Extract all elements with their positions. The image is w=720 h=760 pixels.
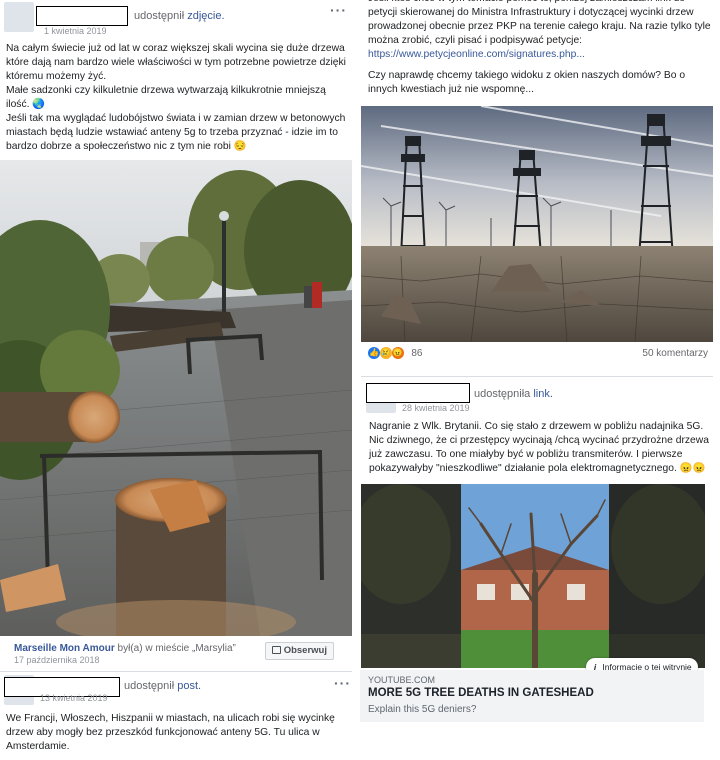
post-photo-5g-towers[interactable] — [361, 106, 713, 342]
link-source: YOUTUBE.COM — [368, 675, 436, 685]
bare-tree-image — [361, 484, 705, 668]
link-preview-card[interactable]: YOUTUBE.COM MORE 5G TREE DEATHS IN GATES… — [360, 670, 704, 722]
post-header: udostępniła link. 28 kwietnia 2019 — [366, 383, 714, 413]
link-description: Explain this 5G deniers? — [368, 704, 477, 715]
post-paragraph: We Francji, Włoszech, Hiszpanii w miasta… — [6, 713, 335, 752]
action-text: udostępnił — [124, 680, 175, 692]
post-paragraph: Małe sadzonki czy kilkuletnie drzewa wyt… — [6, 85, 326, 110]
comments-count[interactable]: 50 komentarzy — [642, 348, 708, 359]
sad-reaction-icon[interactable]: 😢 — [379, 347, 392, 359]
post-header: udostępnił zdjęcie. 1 kwietnia 2019 — [4, 2, 352, 36]
action-text: udostępniła — [474, 388, 531, 400]
post-link[interactable]: link. — [533, 388, 553, 400]
action-text: udostępnił — [134, 10, 185, 22]
post-header: udostępnił post. 13 kwietnia 2019 ··· — [4, 675, 352, 705]
post-date[interactable]: 28 kwietnia 2019 — [402, 403, 470, 413]
angry-reaction-icon[interactable]: 😠 — [391, 347, 404, 359]
location-page-link[interactable]: Marseille Mon Amour — [14, 643, 115, 654]
like-reaction-icon[interactable]: 👍 — [368, 347, 380, 359]
felled-trees-image — [0, 160, 352, 636]
redacted-name — [366, 383, 470, 403]
video-thumbnail-tree[interactable] — [361, 484, 705, 668]
post-paragraph: Nagranie z Wlk. Brytanii. Co się stało z… — [369, 421, 709, 474]
post-body: Nagranie z Wlk. Brytanii. Co się stało z… — [369, 420, 711, 476]
link-title[interactable]: MORE 5G TREE DEATHS IN GATESHEAD — [368, 687, 594, 699]
post-body: Jeśli ktoś chce w tym temacie pomóc to, … — [368, 0, 712, 97]
post-link[interactable]: post. — [177, 680, 201, 692]
location-date[interactable]: 17 października 2018 — [14, 655, 100, 665]
post-action: udostępnił zdjęcie. — [134, 10, 225, 22]
post-paragraph: Na całym świecie już od lat w coraz więk… — [6, 43, 346, 82]
reactions-row: 👍 😢 😠 86 50 komentarzy — [368, 347, 712, 363]
5g-towers-image — [361, 106, 713, 342]
more-dots-icon[interactable]: ··· — [330, 2, 347, 18]
petition-link[interactable]: https://www.petycjeonline.com/signatures… — [368, 48, 712, 62]
follow-button[interactable]: Obserwuj — [264, 642, 334, 660]
post-divider — [361, 376, 713, 377]
location-text: był(a) w mieście „Marsylia” — [114, 643, 236, 654]
avatar[interactable] — [4, 2, 34, 32]
left-column: udostępnił zdjęcie. 1 kwietnia 2019 Na c… — [0, 0, 356, 760]
post-body: We Francji, Włoszech, Hiszpanii w miasta… — [6, 712, 351, 754]
post-photo-felled-trees[interactable] — [0, 160, 352, 636]
more-dots-icon[interactable]: ··· — [334, 675, 351, 691]
photo-link[interactable]: zdjęcie. — [187, 10, 224, 22]
post-date[interactable]: 1 kwietnia 2019 — [44, 26, 107, 36]
post-date[interactable]: 13 kwietnia 2019 — [40, 693, 108, 703]
reaction-count[interactable]: 86 — [411, 348, 422, 359]
location-bar: Marseille Mon Amour był(a) w mieście „Ma… — [6, 638, 352, 668]
post-paragraph: Jeśli tak ma wyglądać ludobójstwo świata… — [6, 113, 346, 152]
post-body: Na całym świecie już od lat w coraz więk… — [6, 42, 351, 154]
post-action: udostępniła link. — [474, 388, 553, 400]
follow-label: Obserwuj — [283, 645, 327, 656]
post-action: udostępnił post. — [124, 680, 201, 692]
post-paragraph: Czy naprawdę chcemy takiego widoku z oki… — [368, 70, 686, 95]
redacted-name — [36, 6, 128, 26]
post-divider — [0, 671, 352, 672]
follow-icon — [271, 646, 281, 654]
post-paragraph: Jeśli ktoś chce w tym temacie pomóc to, … — [368, 0, 711, 46]
